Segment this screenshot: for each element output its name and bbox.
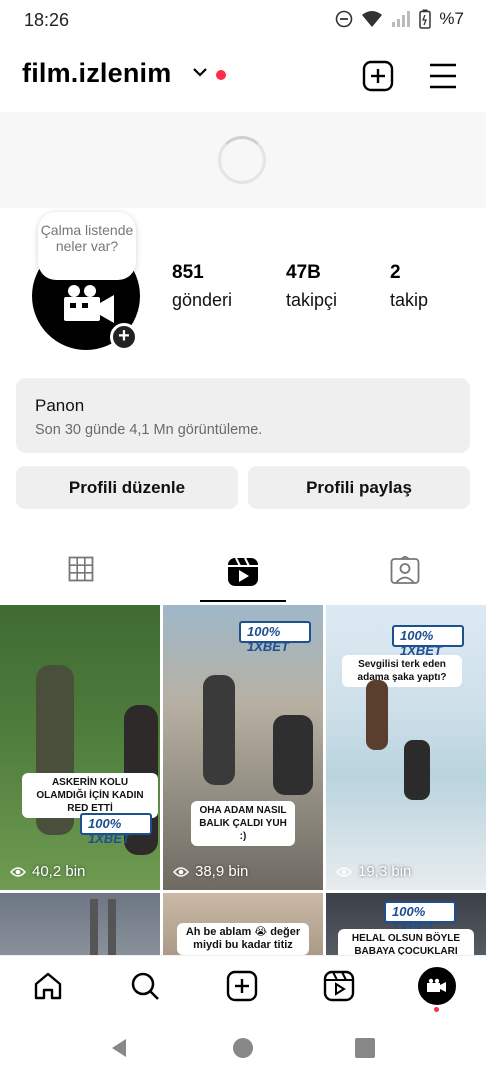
loading-area xyxy=(0,112,486,208)
stat-followers[interactable]: 47B takipçi xyxy=(286,262,337,311)
reel-thumbnail-1[interactable]: ASKERİN KOLU OLAMDIĞI İÇİN KADIN RED ETT… xyxy=(0,605,160,890)
reel-caption-1: ASKERİN KOLU OLAMDIĞI İÇİN KADIN RED ETT… xyxy=(22,773,158,818)
profile-camera-icon xyxy=(427,978,446,992)
sponsor-badge: 100% 1XBET xyxy=(392,625,464,658)
back-icon[interactable] xyxy=(108,1037,130,1059)
tab-reels[interactable] xyxy=(162,546,324,604)
home-icon xyxy=(34,972,62,1000)
sponsor-badge: 100% 1XBET xyxy=(239,621,311,654)
content-tabs xyxy=(0,546,486,604)
nav-search[interactable] xyxy=(127,968,163,1004)
battery-icon xyxy=(419,9,432,29)
profile-header: film.izlenim xyxy=(0,52,486,100)
new-post-icon[interactable] xyxy=(362,60,394,92)
stat-following-value: 2 xyxy=(390,262,401,283)
view-count: 40,2 bin xyxy=(32,863,86,880)
view-count: 19,3 bin xyxy=(358,863,412,880)
wifi-icon xyxy=(362,11,383,27)
nav-reels[interactable] xyxy=(321,968,357,1004)
stat-posts[interactable]: 851 gönderi xyxy=(172,262,232,311)
bottom-navigation xyxy=(0,955,486,1017)
reel-views-3: 19,3 bin xyxy=(336,863,411,880)
status-icons: %7 xyxy=(335,9,464,29)
profile-notification-dot xyxy=(434,1007,439,1012)
stat-following-label: takip xyxy=(390,290,429,310)
reels-icon xyxy=(228,557,258,586)
reel-thumbnail-5[interactable]: Ah be ablam 😭 değer miydi bu kadar titiz xyxy=(163,893,323,955)
man-figure xyxy=(203,675,235,785)
add-post-icon xyxy=(226,970,258,1002)
seller-figure xyxy=(273,715,313,795)
reel-thumbnail-2[interactable]: 100% 1XBET OHA ADAM NASIL BALIK ÇALDI YU… xyxy=(163,605,323,890)
recents-icon[interactable] xyxy=(354,1037,376,1059)
building-detail xyxy=(90,899,98,955)
share-profile-button[interactable]: Profili paylaş xyxy=(248,466,470,509)
notification-dot xyxy=(216,70,226,80)
sponsor-badge: 100% 1XBET xyxy=(384,901,456,934)
stat-posts-value: 851 xyxy=(172,262,204,283)
sitting-figure xyxy=(404,740,430,800)
active-tab-indicator xyxy=(200,600,286,602)
reel-views-2: 38,9 bin xyxy=(173,863,248,880)
loading-spinner xyxy=(218,136,266,184)
search-icon xyxy=(131,972,159,1000)
reel-caption-3: Sevgilisi terk eden adama şaka yaptı? xyxy=(342,655,462,687)
reel-views-1: 40,2 bin xyxy=(10,863,85,880)
stat-followers-value: 47B xyxy=(286,262,321,283)
reel-caption-2: OHA ADAM NASIL BALIK ÇALDI YUH :) xyxy=(191,801,295,846)
nav-create[interactable] xyxy=(224,968,260,1004)
reel-thumbnail-6[interactable]: 100% 1XBET HELAL OLSUN BÖYLE BABAYA ÇOCU… xyxy=(326,893,486,955)
grid-icon xyxy=(68,556,94,582)
battery-percent: %7 xyxy=(439,9,464,28)
username[interactable]: film.izlenim xyxy=(22,58,171,89)
do-not-disturb-icon xyxy=(336,10,353,28)
man-figure xyxy=(366,680,388,750)
reels-nav-icon xyxy=(323,970,355,1002)
eye-icon xyxy=(10,866,26,877)
view-count: 38,9 bin xyxy=(195,863,249,880)
dashboard-card[interactable]: Panon Son 30 günde 4,1 Mn görüntüleme. xyxy=(16,378,470,453)
tab-tagged[interactable] xyxy=(324,546,486,604)
note-bubble[interactable]: Çalma listende neler var? xyxy=(38,212,136,280)
badge-label: 100% 1XBET xyxy=(88,816,130,846)
stat-posts-label: gönderi xyxy=(172,290,233,310)
tagged-icon xyxy=(390,556,420,584)
status-bar: 18:26 %7 xyxy=(0,0,486,40)
reel-caption-6: HELAL OLSUN BÖYLE BABAYA ÇOCUKLARI NASIL xyxy=(338,929,474,955)
eye-icon xyxy=(173,866,189,877)
add-story-button[interactable]: + xyxy=(110,323,138,351)
camera-icon xyxy=(64,285,114,323)
edit-profile-button[interactable]: Profili düzenle xyxy=(16,466,238,509)
reel-thumbnail-3[interactable]: 100% 1XBET Sevgilisi terk eden adama şak… xyxy=(326,605,486,890)
stat-followers-label: takipçi xyxy=(286,290,338,310)
eye-icon xyxy=(336,866,352,877)
status-time: 18:26 xyxy=(24,10,70,30)
sponsor-badge: 100% 1XBET xyxy=(80,813,152,846)
stat-following[interactable]: 2 takip xyxy=(390,262,428,311)
system-navigation xyxy=(0,1017,486,1080)
tab-grid[interactable] xyxy=(0,546,162,604)
reel-caption-5: Ah be ablam 😭 değer miydi bu kadar titiz xyxy=(177,923,309,955)
reel-thumbnail-4[interactable] xyxy=(0,893,160,955)
badge-label: 100% 1XBET xyxy=(247,624,289,654)
chevron-down-icon[interactable] xyxy=(192,66,208,78)
nav-home[interactable] xyxy=(30,968,66,1004)
dashboard-title: Panon xyxy=(35,396,85,415)
dashboard-subtitle: Son 30 günde 4,1 Mn görüntüleme. xyxy=(35,422,263,438)
nav-profile-avatar[interactable] xyxy=(418,967,456,1005)
menu-icon[interactable] xyxy=(428,62,458,90)
reels-grid: ASKERİN KOLU OLAMDIĞI İÇİN KADIN RED ETT… xyxy=(0,605,486,955)
home-system-icon[interactable] xyxy=(232,1037,254,1059)
building-detail xyxy=(108,899,116,955)
badge-label: 100% 1XBET xyxy=(400,628,442,658)
signal-icon xyxy=(392,11,411,27)
